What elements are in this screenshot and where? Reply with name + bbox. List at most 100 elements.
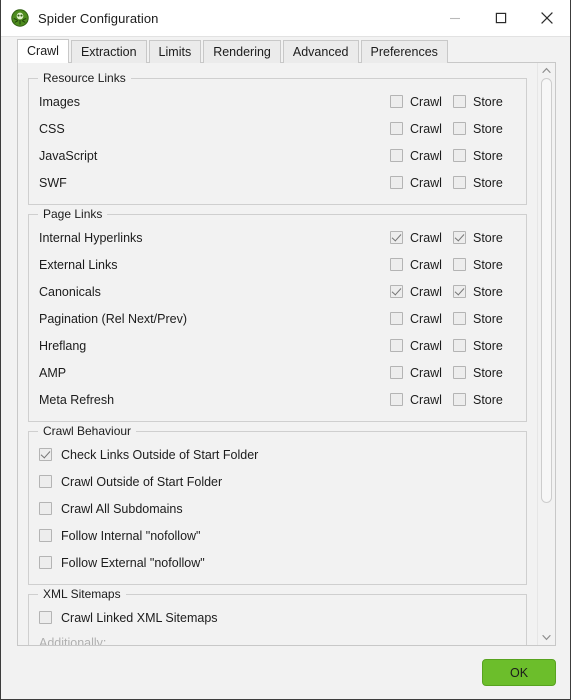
crawl-checkbox[interactable] <box>390 95 403 108</box>
crawl-option[interactable]: Crawl <box>390 122 453 136</box>
tab-crawl[interactable]: Crawl <box>17 39 69 63</box>
tab-limits[interactable]: Limits <box>148 40 202 63</box>
store-checkbox[interactable] <box>453 339 466 352</box>
store-option[interactable]: Store <box>453 312 516 326</box>
row-label: Canonicals <box>39 284 101 299</box>
minimize-icon <box>450 17 460 20</box>
window-controls <box>432 0 570 36</box>
store-checkbox[interactable] <box>453 95 466 108</box>
store-checkbox[interactable] <box>453 312 466 325</box>
scroll-down-button[interactable] <box>538 630 555 645</box>
store-option[interactable]: Store <box>453 95 516 109</box>
minimize-button[interactable] <box>432 0 478 36</box>
row-options: Crawl Store <box>390 339 516 353</box>
crawl-option[interactable]: Crawl <box>390 258 453 272</box>
row-options: Crawl Store <box>390 285 516 299</box>
option-checkbox[interactable] <box>39 475 52 488</box>
maximize-button[interactable] <box>478 0 524 36</box>
table-row: Meta Refresh Crawl Store <box>39 386 516 413</box>
crawl-checkbox[interactable] <box>390 149 403 162</box>
crawl-checkbox[interactable] <box>390 366 403 379</box>
table-row: Hreflang Crawl Store <box>39 332 516 359</box>
option-checkbox[interactable] <box>39 611 52 624</box>
crawl-checkbox[interactable] <box>390 393 403 406</box>
row-label: SWF <box>39 175 67 190</box>
checkbox-row[interactable]: Follow External "nofollow" <box>39 549 516 576</box>
group-legend-page-links: Page Links <box>38 207 108 221</box>
store-option[interactable]: Store <box>453 176 516 190</box>
store-checkbox[interactable] <box>453 149 466 162</box>
checkbox-row-label: Crawl Outside of Start Folder <box>61 474 223 489</box>
crawl-option[interactable]: Crawl <box>390 149 453 163</box>
crawl-checkbox[interactable] <box>390 312 403 325</box>
title-bar: Spider Configuration <box>1 0 570 37</box>
crawl-option[interactable]: Crawl <box>390 393 453 407</box>
crawl-option[interactable]: Crawl <box>390 176 453 190</box>
crawl-checkbox[interactable] <box>390 285 403 298</box>
store-option-label: Store <box>473 94 503 109</box>
store-checkbox[interactable] <box>453 258 466 271</box>
table-row: Canonicals Crawl Store <box>39 278 516 305</box>
option-checkbox[interactable] <box>39 502 52 515</box>
checkbox-row-label: Check Links Outside of Start Folder <box>61 447 259 462</box>
store-option[interactable]: Store <box>453 339 516 353</box>
store-checkbox[interactable] <box>453 285 466 298</box>
option-checkbox[interactable] <box>39 556 52 569</box>
checkbox-row[interactable]: Crawl Linked XML Sitemaps <box>39 604 516 631</box>
crawl-checkbox[interactable] <box>390 258 403 271</box>
tab-preferences[interactable]: Preferences <box>360 40 448 63</box>
crawl-checkbox[interactable] <box>390 339 403 352</box>
store-checkbox[interactable] <box>453 176 466 189</box>
scroll-up-button[interactable] <box>538 63 555 78</box>
store-checkbox[interactable] <box>453 122 466 135</box>
crawl-checkbox[interactable] <box>390 176 403 189</box>
store-checkbox[interactable] <box>453 393 466 406</box>
table-row: Internal Hyperlinks Crawl Store <box>39 224 516 251</box>
vertical-scrollbar[interactable] <box>537 63 555 645</box>
store-checkbox[interactable] <box>453 366 466 379</box>
crawl-option-label: Crawl <box>410 284 442 299</box>
tab-strip: Crawl Extraction Limits Rendering Advanced Pr… <box>1 37 570 63</box>
crawl-option[interactable]: Crawl <box>390 231 453 245</box>
store-option[interactable]: Store <box>453 122 516 136</box>
ok-button[interactable]: OK <box>482 659 556 686</box>
store-option[interactable]: Store <box>453 393 516 407</box>
row-label: Meta Refresh <box>39 392 115 407</box>
xml-sitemaps-rows: Crawl Linked XML Sitemaps <box>39 604 516 631</box>
crawl-checkbox[interactable] <box>390 231 403 244</box>
store-option[interactable]: Store <box>453 366 516 380</box>
row-label: Hreflang <box>39 338 87 353</box>
tab-rendering[interactable]: Rendering <box>203 40 281 63</box>
tab-extraction[interactable]: Extraction <box>70 40 147 63</box>
table-row: Pagination (Rel Next/Prev) Crawl Store <box>39 305 516 332</box>
crawl-option[interactable]: Crawl <box>390 312 453 326</box>
scrollbar-thumb[interactable] <box>541 78 552 504</box>
row-label: Pagination (Rel Next/Prev) <box>39 311 187 326</box>
crawl-option[interactable]: Crawl <box>390 285 453 299</box>
window-title: Spider Configuration <box>38 10 159 26</box>
row-label: External Links <box>39 257 118 272</box>
store-option[interactable]: Store <box>453 149 516 163</box>
checkbox-row[interactable]: Check Links Outside of Start Folder <box>39 441 516 468</box>
scrollbar-track[interactable] <box>538 78 555 630</box>
checkbox-row[interactable]: Follow Internal "nofollow" <box>39 522 516 549</box>
store-checkbox[interactable] <box>453 231 466 244</box>
store-option[interactable]: Store <box>453 231 516 245</box>
crawl-option[interactable]: Crawl <box>390 366 453 380</box>
close-button[interactable] <box>524 0 570 36</box>
checkbox-row-label: Follow External "nofollow" <box>61 555 205 570</box>
option-checkbox[interactable] <box>39 448 52 461</box>
checkbox-row[interactable]: Crawl Outside of Start Folder <box>39 468 516 495</box>
option-checkbox[interactable] <box>39 529 52 542</box>
crawl-option-label: Crawl <box>410 257 442 272</box>
checkbox-row[interactable]: Crawl All Subdomains <box>39 495 516 522</box>
crawl-checkbox[interactable] <box>390 122 403 135</box>
tab-advanced[interactable]: Advanced <box>282 40 359 63</box>
crawl-option[interactable]: Crawl <box>390 339 453 353</box>
store-option-label: Store <box>473 284 503 299</box>
crawl-option[interactable]: Crawl <box>390 95 453 109</box>
settings-content-area: Resource Links Images Crawl Store CSS Crawl S… <box>17 63 556 646</box>
store-option[interactable]: Store <box>453 258 516 272</box>
store-option[interactable]: Store <box>453 285 516 299</box>
resource-links-rows: Images Crawl Store CSS Crawl Store JavaScript C… <box>39 88 516 196</box>
